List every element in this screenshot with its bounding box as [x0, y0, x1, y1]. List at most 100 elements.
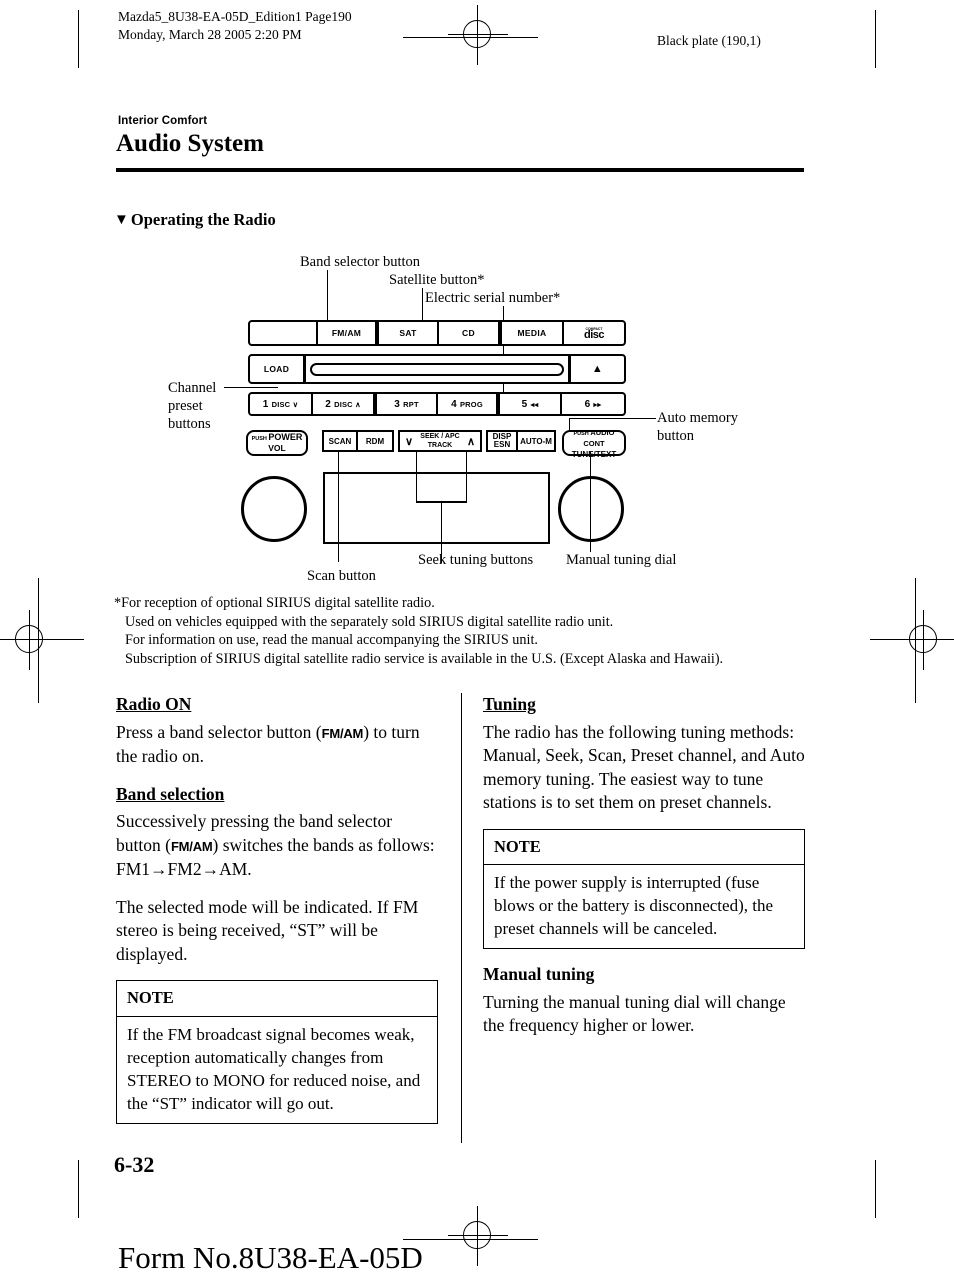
fm-am-inline-button-1: FM/AM — [321, 725, 364, 741]
cd-slot[interactable] — [306, 356, 568, 382]
note-title-right: NOTE — [484, 830, 804, 865]
crop-tick-right-v — [915, 578, 916, 703]
callout-scan-button: Scan button — [307, 568, 376, 584]
title-rule — [116, 168, 804, 172]
leader-band-selector — [327, 270, 328, 320]
audio-control-tune-text-knob[interactable]: PUSH AUDIO CONT TUNE/TEXT — [562, 428, 626, 459]
right-column: Tuning The radio has the following tunin… — [483, 693, 805, 1052]
crop-tick-br-v — [875, 1160, 876, 1218]
preset-2-number: 2 — [325, 398, 332, 410]
crop-tick-mr-h — [870, 639, 914, 640]
crop-tick-tr-v — [875, 10, 876, 68]
compact-disc-logo-icon: COMPACT disc — [564, 322, 624, 344]
note-body-left: If the FM broadcast signal becomes weak,… — [127, 1024, 421, 1113]
preset-1-sub: DISC ∨ — [271, 399, 299, 409]
scan-button[interactable]: SCAN — [322, 430, 358, 452]
preset-button-4[interactable]: 4 PROG — [438, 394, 500, 414]
print-header-left: Mazda5_8U38-EA-05D_Edition1 Page190 Mond… — [118, 8, 352, 44]
auto-memory-button[interactable]: AUTO-M — [516, 430, 556, 452]
callout-satellite-button: Satellite button* — [389, 272, 485, 288]
manual-tuning-heading: Manual tuning — [483, 964, 595, 984]
triangle-marker-icon: ▼ — [114, 211, 129, 228]
page-title: Audio System — [116, 130, 264, 157]
seek-apc-label: SEEK / APC — [420, 433, 460, 440]
callout-channel-preset-l3: buttons — [168, 416, 211, 432]
preset-4-sub: PROG — [459, 399, 483, 409]
preset-button-5[interactable]: 5 ◂◂ — [500, 394, 562, 414]
fm-am-button[interactable]: FM/AM — [318, 322, 379, 344]
preset-4-number: 4 — [451, 398, 457, 410]
eject-button[interactable]: ▲ — [568, 356, 624, 382]
radio-display-screen — [323, 472, 550, 544]
vol-label: VOL — [268, 443, 286, 453]
section-kicker: Interior Comfort — [118, 115, 208, 127]
leader-seek-left — [416, 452, 417, 502]
power-push-label: PUSH — [251, 436, 267, 442]
preset-button-6[interactable]: 6 ▸▸ — [562, 394, 624, 414]
seek-down-icon[interactable]: ∨ — [405, 437, 413, 448]
disc-logo-label: disc — [583, 328, 605, 341]
sirius-footnote: *For reception of optional SIRIUS digita… — [114, 594, 814, 668]
volume-knob[interactable] — [241, 476, 307, 542]
cd-slot-opening-icon — [310, 362, 564, 376]
source-button-row: FM/AM SAT CD MEDIA COMPACT disc — [248, 320, 626, 346]
band-selection-paragraph: Successively pressing the band selector … — [116, 810, 438, 882]
tune-text-label: TUNE/TEXT — [571, 449, 617, 459]
radio-on-paragraph: Press a band selector button (FM/AM) to … — [116, 721, 438, 769]
callout-channel-preset-l2: preset — [168, 398, 203, 414]
preset-6-number: 6 — [584, 398, 591, 410]
subsection-heading-label: Operating the Radio — [130, 210, 276, 229]
esn-label: ESN — [493, 440, 511, 449]
mode-indication-paragraph: The selected mode will be indicated. If … — [116, 896, 419, 964]
manual-tuning-paragraph: Turning the manual tuning dial will chan… — [483, 991, 786, 1036]
crop-tick-top-h — [403, 37, 538, 38]
black-plate-label: Black plate (190,1) — [657, 33, 761, 48]
manual-page: Mazda5_8U38-EA-05D_Edition1 Page190 Mond… — [0, 0, 954, 1285]
preset-button-3[interactable]: 3 RPT — [377, 394, 438, 414]
leader-satellite — [422, 288, 423, 320]
column-divider — [461, 693, 462, 1143]
callout-channel-preset-l1: Channel — [168, 380, 217, 396]
print-header-line2: Monday, March 28 2005 2:20 PM — [118, 27, 302, 42]
radio-unit-diagram: Band selector button Satellite button* E… — [0, 250, 954, 590]
callout-manual-tuning-dial: Manual tuning dial — [566, 552, 677, 568]
preset-3-number: 3 — [394, 398, 401, 410]
leader-scan-v — [338, 452, 339, 562]
media-button[interactable]: MEDIA — [502, 322, 564, 344]
callout-band-selector: Band selector button — [300, 254, 421, 270]
preset-button-1[interactable]: 1 DISC ∨ — [250, 394, 313, 414]
manual-tuning-knob[interactable] — [558, 476, 624, 542]
tuning-paragraph: The radio has the following tuning metho… — [483, 721, 805, 813]
leader-channel-preset — [224, 387, 278, 388]
load-button[interactable]: LOAD — [250, 356, 306, 382]
crop-tick-tl-v — [78, 10, 79, 68]
page-number: 6-32 — [114, 1152, 155, 1177]
preset-button-2[interactable]: 2 DISC ∧ — [313, 394, 377, 414]
print-header-line1: Mazda5_8U38-EA-05D_Edition1 Page190 — [118, 9, 352, 24]
callout-auto-memory-l1: Auto memory — [657, 410, 738, 426]
disp-esn-button[interactable]: DISP ESN — [486, 430, 518, 452]
form-number: Form No.8U38-EA-05D — [118, 1240, 423, 1275]
audio-push-label: PUSH — [573, 430, 589, 437]
seek-up-icon[interactable]: ∧ — [467, 437, 475, 448]
radio-on-text-a: Press a band selector button ( — [116, 721, 322, 742]
seek-apc-track-buttons[interactable]: ∨ ∧ SEEK / APC TRACK — [398, 430, 482, 452]
sat-button[interactable]: SAT — [379, 322, 439, 344]
fm-am-inline-button-2: FM/AM — [170, 838, 213, 854]
rdm-button[interactable]: RDM — [356, 430, 394, 452]
preset-5-sub: ◂◂ — [530, 399, 539, 409]
cd-button[interactable]: CD — [439, 322, 502, 344]
note-box-left: NOTE If the FM broadcast signal becomes … — [116, 980, 438, 1124]
footnote-line-1: *For reception of optional SIRIUS digita… — [114, 595, 435, 611]
power-volume-knob-button[interactable]: PUSH POWER VOL — [246, 430, 308, 456]
preset-2-sub: DISC ∧ — [334, 399, 361, 409]
tuning-heading: Tuning — [483, 694, 536, 714]
footnote-line-4: Subscription of SIRIUS digital satellite… — [125, 650, 724, 667]
footnote-line-2: Used on vehicles equipped with the separ… — [125, 613, 614, 630]
track-label: TRACK — [427, 442, 453, 449]
note-body-right: If the power supply is interrupted (fuse… — [494, 873, 774, 938]
crop-tick-left-v — [38, 578, 39, 703]
blank-display-button[interactable] — [250, 322, 318, 344]
leader-auto-memory-h2 — [569, 418, 627, 419]
disc-logo-text: COMPACT disc — [583, 327, 605, 341]
